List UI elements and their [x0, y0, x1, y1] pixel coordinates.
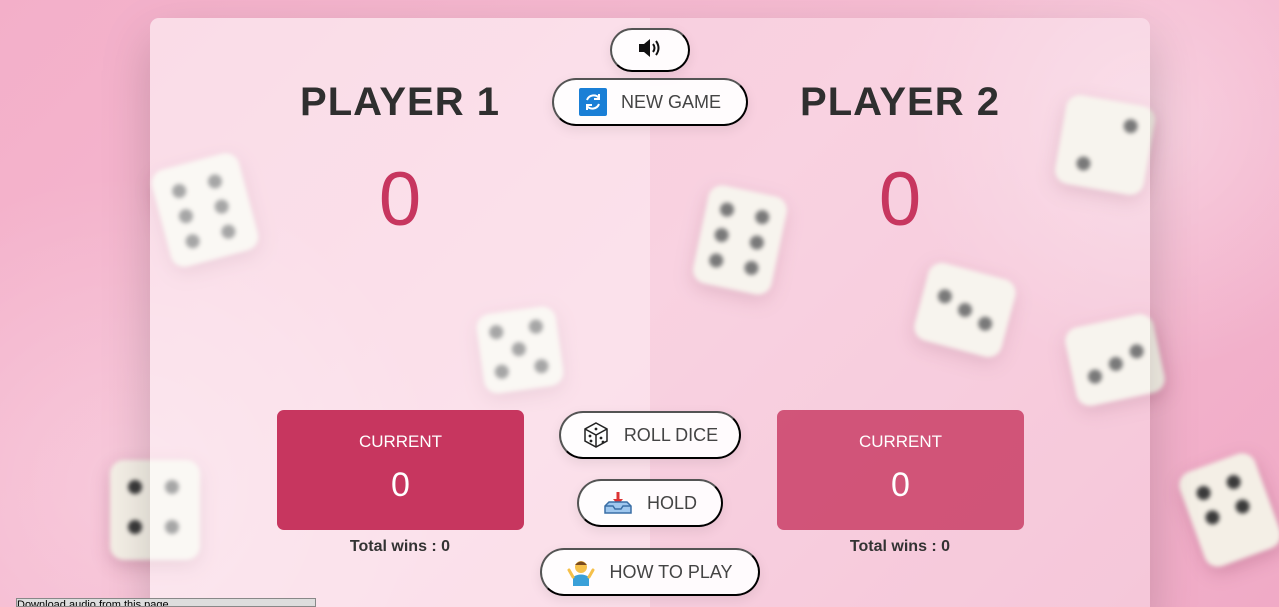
- hold-label: HOLD: [646, 492, 697, 513]
- dice-icon: [582, 421, 610, 449]
- inbox-tray-icon: [603, 490, 633, 516]
- player-2-current-score: 0: [891, 466, 910, 504]
- how-to-play-label: HOW TO PLAY: [609, 561, 733, 582]
- player-1-current-score: 0: [391, 466, 410, 504]
- refresh-icon: [578, 88, 607, 116]
- hold-button[interactable]: HOLD: [577, 479, 723, 527]
- player-1-score: 0: [378, 157, 422, 242]
- person-shrugging-icon: [567, 558, 595, 586]
- roll-dice-label: ROLL DICE: [623, 424, 719, 445]
- player-2-score: 0: [878, 157, 922, 242]
- roll-dice-button[interactable]: ROLL DICE: [559, 411, 741, 459]
- download-audio-bar[interactable]: Download audio from this page: [16, 598, 316, 607]
- player-2-current-box: CURRENT 0: [777, 410, 1024, 530]
- player-1-current-label: CURRENT: [358, 432, 443, 451]
- speaker-icon: [637, 37, 663, 64]
- player-1-current-box: CURRENT 0: [277, 410, 524, 530]
- new-game-label: NEW GAME: [620, 91, 721, 112]
- background-die: [1175, 449, 1279, 571]
- sound-toggle-button[interactable]: [610, 28, 690, 72]
- new-game-button[interactable]: NEW GAME: [552, 78, 748, 126]
- download-audio-label: Download audio from this page: [17, 599, 169, 607]
- game-board: PLAYER 1 0 CURRENT 0 Total wins : 0 PLAY…: [150, 18, 1150, 607]
- player-2-current-label: CURRENT: [858, 432, 943, 451]
- how-to-play-button[interactable]: HOW TO PLAY: [540, 548, 760, 596]
